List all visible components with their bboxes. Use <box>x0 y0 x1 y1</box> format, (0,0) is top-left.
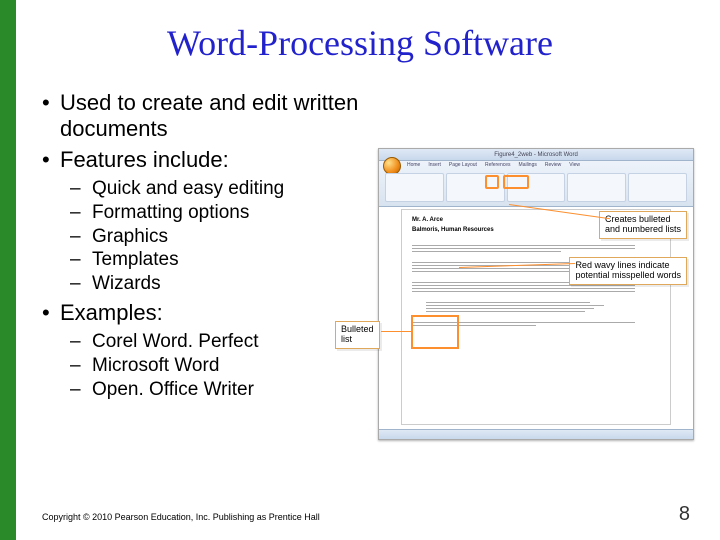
word-tab: Insert <box>426 162 443 168</box>
bullet-list: • Used to create and edit written docume… <box>42 90 382 402</box>
word-tab: View <box>567 162 582 168</box>
word-tab: Page Layout <box>447 162 479 168</box>
copyright-text: Copyright © 2010 Pearson Education, Inc.… <box>42 512 320 522</box>
word-tab: References <box>483 162 513 168</box>
highlight-box <box>485 175 499 189</box>
word-tab-row: Home Insert Page Layout References Maili… <box>405 162 582 168</box>
word-tab: Review <box>543 162 563 168</box>
side-accent-bar <box>0 0 16 540</box>
sub-bullet-text: Wizards <box>92 272 161 296</box>
word-ribbon: Home Insert Page Layout References Maili… <box>379 161 693 207</box>
sub-bullet-text: Formatting options <box>92 201 249 225</box>
sub-bullet-item: – Microsoft Word <box>70 354 382 378</box>
bullet-text: Used to create and edit written document… <box>60 90 382 143</box>
word-screenshot: Figure4_2web - Microsoft Word Home Inser… <box>378 148 694 440</box>
sub-bullet-item: – Quick and easy editing <box>70 177 382 201</box>
callout-text: potential misspelled words <box>575 271 681 281</box>
dash-icon: – <box>70 201 92 225</box>
dash-icon: – <box>70 177 92 201</box>
callout-box: Bulleted list <box>335 321 380 349</box>
ribbon-group <box>385 173 444 202</box>
dash-icon: – <box>70 354 92 378</box>
callout-text: and numbered lists <box>605 225 681 235</box>
word-tab: Home <box>405 162 422 168</box>
sub-bullet-item: – Wizards <box>70 272 382 296</box>
highlight-box <box>411 315 459 349</box>
sub-bullet-item: – Graphics <box>70 225 382 249</box>
callout-box: Red wavy lines indicate potential misspe… <box>569 257 687 285</box>
dash-icon: – <box>70 330 92 354</box>
ribbon-group <box>628 173 687 202</box>
callout-text: list <box>341 335 374 345</box>
bullet-icon: • <box>42 90 60 116</box>
page-number: 8 <box>679 503 690 526</box>
bullet-item: • Used to create and edit written docume… <box>42 90 382 143</box>
sub-bullet-item: – Templates <box>70 248 382 272</box>
sub-bullet-item: – Open. Office Writer <box>70 378 382 402</box>
dash-icon: – <box>70 378 92 402</box>
sub-bullet-text: Quick and easy editing <box>92 177 284 201</box>
callout-connector <box>381 331 411 332</box>
sub-bullet-text: Open. Office Writer <box>92 378 254 402</box>
sub-bullet-text: Microsoft Word <box>92 354 219 378</box>
slide-title: Word-Processing Software <box>0 22 720 64</box>
word-tab: Mailings <box>517 162 539 168</box>
ribbon-groups <box>385 173 687 202</box>
ribbon-group <box>567 173 626 202</box>
bullet-text: Features include: <box>60 147 229 173</box>
sub-bullet-text: Templates <box>92 248 179 272</box>
bullet-icon: • <box>42 300 60 326</box>
bullet-item: • Examples: <box>42 300 382 326</box>
bullet-icon: • <box>42 147 60 173</box>
sub-bullet-item: – Formatting options <box>70 201 382 225</box>
word-window-title: Figure4_2web - Microsoft Word <box>379 149 693 161</box>
bullet-text: Examples: <box>60 300 163 326</box>
word-status-bar <box>379 429 693 439</box>
sub-bullet-text: Corel Word. Perfect <box>92 330 258 354</box>
bullet-item: • Features include: <box>42 147 382 173</box>
highlight-box <box>503 175 529 189</box>
sub-bullet-text: Graphics <box>92 225 168 249</box>
dash-icon: – <box>70 272 92 296</box>
callout-box: Creates bulleted and numbered lists <box>599 211 687 239</box>
dash-icon: – <box>70 248 92 272</box>
dash-icon: – <box>70 225 92 249</box>
